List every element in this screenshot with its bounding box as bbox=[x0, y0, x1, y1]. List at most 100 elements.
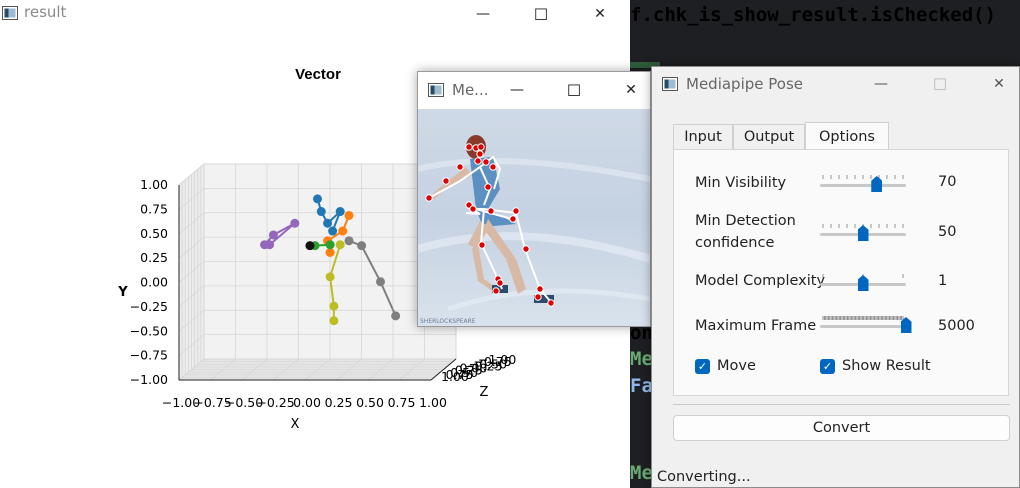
min-detection-label-line2: confidence bbox=[695, 235, 775, 251]
code-text: Fa bbox=[630, 375, 653, 397]
data-point bbox=[329, 316, 339, 326]
y-axis-label: Y bbox=[117, 285, 128, 300]
data-point bbox=[305, 241, 315, 251]
data-point bbox=[335, 207, 345, 217]
checkmark-icon[interactable]: ✓ bbox=[695, 358, 710, 374]
slider-groove bbox=[820, 184, 906, 187]
y-tick-label: 0.25 bbox=[140, 250, 168, 265]
code-line-4: Fa bbox=[630, 375, 653, 397]
tab-label: Output bbox=[743, 129, 795, 145]
pose-preview-image: SHERLOCKSPEARE bbox=[418, 109, 650, 326]
model-complexity-slider[interactable] bbox=[820, 274, 906, 294]
convert-button[interactable]: Convert bbox=[673, 415, 1010, 441]
window-title: Mediapipe Pose bbox=[686, 75, 803, 93]
app-icon bbox=[2, 6, 18, 20]
code-line-1: f.chk_is_show_result.isChecked() bbox=[630, 4, 996, 26]
data-point bbox=[344, 210, 354, 220]
model-complexity-value: 1 bbox=[938, 273, 948, 289]
mediapipe-pose-window: Mediapipe Pose — ☐ ✕ Input Output Option… bbox=[651, 66, 1020, 488]
tab-input[interactable]: Input bbox=[673, 124, 733, 149]
min-detection-slider[interactable] bbox=[820, 224, 906, 244]
checkmark-icon[interactable]: ✓ bbox=[820, 358, 835, 374]
app-icon bbox=[662, 77, 678, 91]
data-point bbox=[328, 226, 338, 236]
min-visibility-slider[interactable] bbox=[820, 175, 906, 195]
min-visibility-label: Min Visibility bbox=[695, 175, 787, 191]
data-point bbox=[316, 207, 326, 217]
x-tick-label: 0.00 bbox=[293, 395, 321, 410]
y-tick-label: −0.25 bbox=[130, 299, 168, 314]
min-detection-value: 50 bbox=[938, 224, 957, 240]
z-tick-label: 1.00 bbox=[441, 369, 469, 384]
x-tick-label: 0.75 bbox=[388, 395, 416, 410]
data-point bbox=[325, 248, 335, 257]
tab-label: Input bbox=[684, 129, 722, 145]
tab-output[interactable]: Output bbox=[733, 124, 805, 149]
x-tick-label: −0.25 bbox=[256, 395, 294, 410]
data-point bbox=[325, 272, 335, 282]
pose-titlebar[interactable]: Mediapipe Pose — ☐ ✕ bbox=[652, 67, 1019, 101]
code-text: f.chk_is_show_result.isChecked() bbox=[630, 4, 997, 26]
x-tick-label: 0.25 bbox=[325, 395, 353, 410]
data-point bbox=[357, 241, 367, 251]
show-result-checkbox-label: Show Result bbox=[842, 358, 931, 374]
y-tick-label: −0.75 bbox=[130, 348, 168, 363]
divider bbox=[673, 404, 1010, 405]
move-checkbox[interactable]: ✓ Move bbox=[695, 358, 756, 374]
preview-window: Me... — ☐ ✕ SHERLOCKSPEARE bbox=[417, 71, 651, 327]
data-point bbox=[391, 311, 401, 321]
minimize-button[interactable]: — bbox=[494, 76, 540, 104]
x-tick-label: 0.50 bbox=[356, 395, 384, 410]
maximum-frame-label: Maximum Frame bbox=[695, 318, 817, 334]
data-point bbox=[323, 218, 333, 228]
x-axis-label: X bbox=[291, 417, 300, 432]
data-point bbox=[344, 236, 354, 246]
close-button[interactable]: ✕ bbox=[976, 70, 1020, 98]
window-title: result bbox=[24, 3, 67, 21]
data-point bbox=[338, 226, 348, 236]
y-tick-label: 0.00 bbox=[140, 275, 168, 290]
watermark-text: SHERLOCKSPEARE bbox=[420, 318, 476, 325]
slider-ticks bbox=[822, 175, 904, 179]
close-button[interactable]: ✕ bbox=[577, 0, 623, 28]
y-tick-label: 1.00 bbox=[140, 177, 168, 192]
slider-groove bbox=[820, 325, 906, 328]
x-tick-label: 1.00 bbox=[419, 395, 447, 410]
data-point bbox=[376, 277, 385, 287]
code-line-5: Me bbox=[630, 462, 653, 484]
data-point bbox=[329, 301, 339, 311]
maximize-button[interactable]: ☐ bbox=[518, 0, 564, 28]
move-checkbox-label: Move bbox=[717, 358, 756, 374]
data-point bbox=[265, 240, 275, 250]
tab-options[interactable]: Options bbox=[805, 122, 889, 150]
maximum-frame-slider[interactable] bbox=[820, 316, 912, 336]
result-titlebar[interactable]: result — ☐ ✕ bbox=[0, 0, 630, 26]
window-title: Me... bbox=[452, 81, 489, 99]
data-point bbox=[268, 230, 278, 240]
slider-ticks bbox=[822, 316, 904, 320]
minimize-button[interactable]: — bbox=[858, 70, 904, 98]
y-tick-label: 0.75 bbox=[140, 201, 168, 216]
y-tick-label: −0.50 bbox=[130, 323, 168, 338]
status-text: Converting... bbox=[657, 469, 751, 485]
preview-titlebar[interactable]: Me... — ☐ ✕ bbox=[418, 72, 650, 109]
min-visibility-value: 70 bbox=[938, 174, 957, 190]
close-button[interactable]: ✕ bbox=[608, 76, 654, 104]
min-detection-label: Min Detection bbox=[695, 213, 796, 229]
chart-title: Vector bbox=[295, 66, 341, 83]
y-tick-label: −1.00 bbox=[130, 372, 168, 387]
minimize-button[interactable]: — bbox=[460, 0, 506, 28]
tab-label: Options bbox=[819, 128, 875, 145]
show-result-checkbox[interactable]: ✓ Show Result bbox=[820, 358, 931, 374]
code-text: Me bbox=[630, 348, 653, 370]
y-tick-label: 0.50 bbox=[140, 226, 168, 241]
code-text: Me bbox=[630, 462, 653, 484]
data-point bbox=[290, 218, 300, 228]
app-icon bbox=[428, 83, 444, 97]
maximize-button[interactable]: ☐ bbox=[917, 70, 963, 98]
maximize-button[interactable]: ☐ bbox=[551, 76, 597, 104]
data-point bbox=[335, 240, 345, 250]
code-line-3: Me bbox=[630, 348, 653, 370]
maximum-frame-value: 5000 bbox=[938, 318, 975, 334]
data-point bbox=[313, 194, 322, 204]
